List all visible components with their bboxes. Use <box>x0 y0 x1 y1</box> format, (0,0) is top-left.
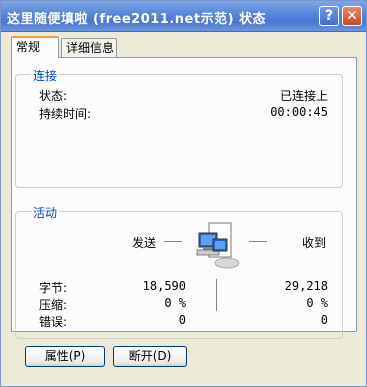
network-computers-icon <box>196 222 240 269</box>
received-line <box>249 241 267 242</box>
help-button[interactable]: ? <box>319 6 339 26</box>
status-dialog: 这里随便填啦 (free2011.net示范) 状态 ? ✕ 常规 详细信息 连… <box>0 0 367 387</box>
properties-button[interactable]: 属性(P) <box>25 346 105 367</box>
errors-sent: 0 <box>178 313 186 327</box>
connection-group-label: 连接 <box>31 67 60 84</box>
duration-label: 持续时间: <box>39 107 92 121</box>
compression-received: 0 % <box>306 296 328 310</box>
bytes-received: 29,218 <box>284 279 328 293</box>
close-button[interactable]: ✕ <box>342 6 362 26</box>
errors-received: 0 <box>320 313 328 327</box>
received-label: 收到 <box>302 236 327 250</box>
activity-vertical-line <box>216 279 217 311</box>
duration-value: 00:00:45 <box>270 105 328 119</box>
errors-label: 错误: <box>39 315 68 329</box>
bytes-sent: 18,590 <box>142 279 186 293</box>
sent-label: 发送 <box>132 236 157 250</box>
bytes-label: 字节: <box>39 281 68 295</box>
compression-label: 压缩: <box>39 298 68 312</box>
activity-group-label: 活动 <box>31 204 60 221</box>
tab-details[interactable]: 详细信息 <box>61 38 117 57</box>
window-title: 这里随便填啦 (free2011.net示范) 状态 <box>7 12 267 27</box>
compression-sent: 0 % <box>164 296 186 310</box>
tab-general[interactable]: 常规 <box>11 36 59 58</box>
disconnect-button[interactable]: 断开(D) <box>113 346 187 367</box>
title-bar[interactable]: 这里随便填啦 (free2011.net示范) 状态 ? ✕ <box>1 1 366 32</box>
status-value: 已连接上 <box>279 89 328 103</box>
status-label: 状态: <box>39 89 68 103</box>
sent-line <box>164 241 182 242</box>
